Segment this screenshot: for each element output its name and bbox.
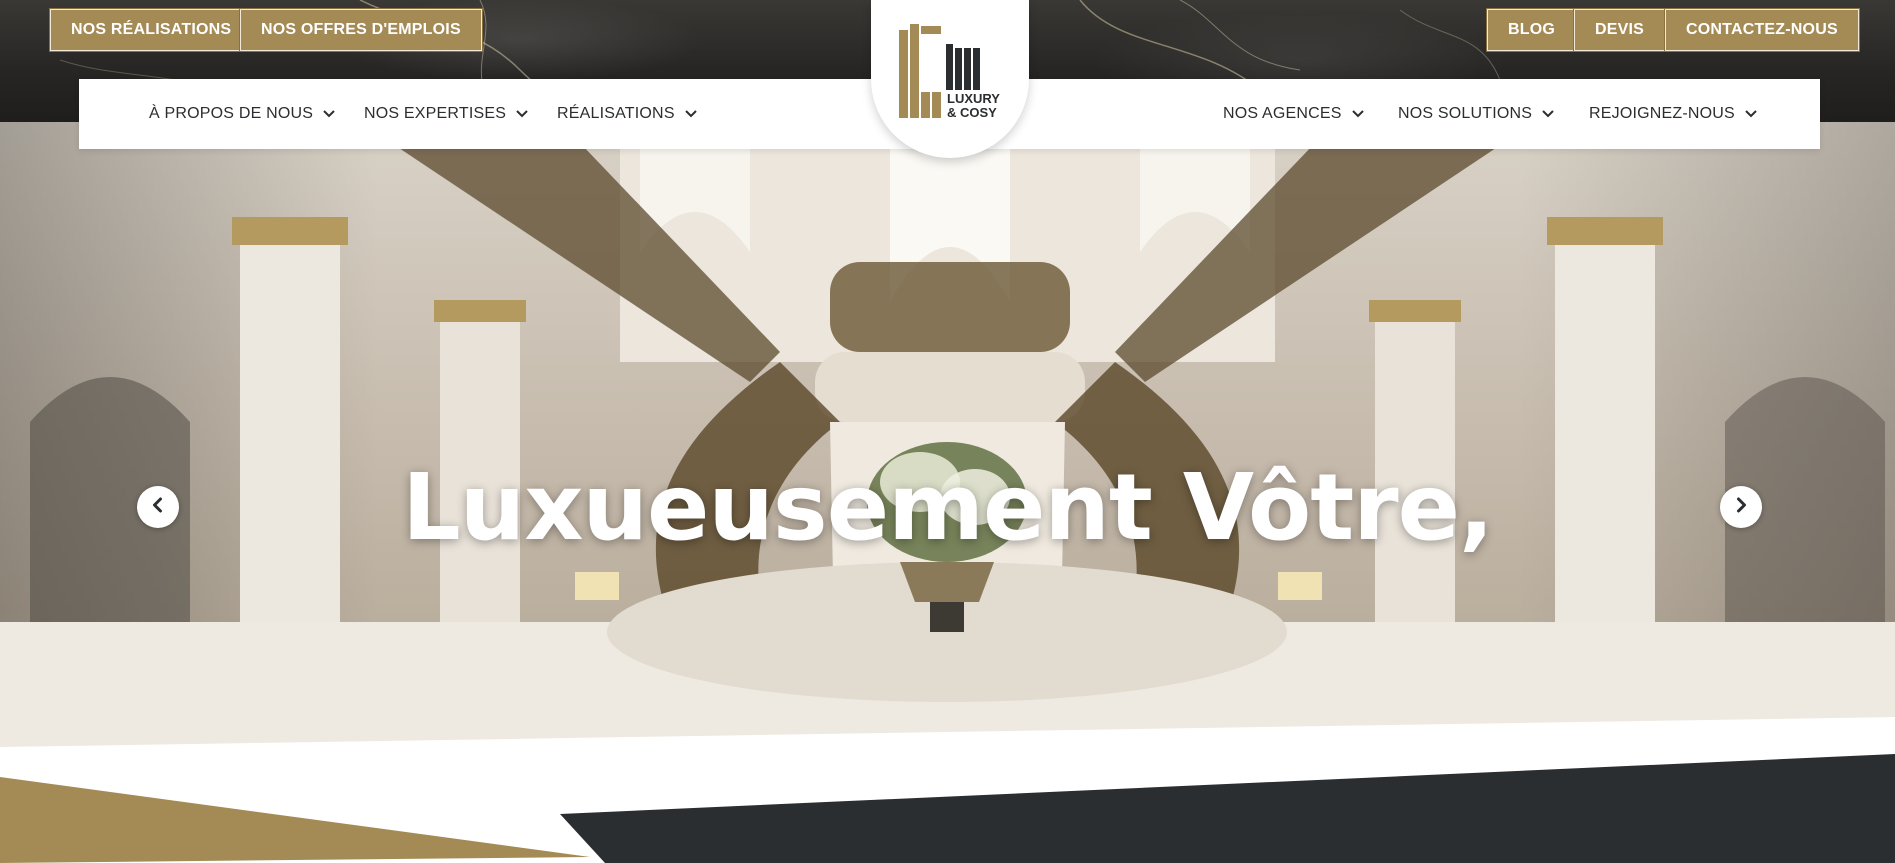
chevron-down-icon <box>684 105 697 123</box>
nav-item-label: RÉALISATIONS <box>557 105 675 122</box>
contactez-nous-button[interactable]: CONTACTEZ-NOUS <box>1664 8 1860 52</box>
nav-item-label: NOS EXPERTISES <box>364 105 507 122</box>
devis-button[interactable]: DEVIS <box>1572 8 1667 52</box>
nos-realisations-button[interactable]: NOS RÉALISATIONS <box>48 8 254 52</box>
site-logo[interactable]: LUXURY & COSY <box>871 0 1029 158</box>
nav-item-label: À PROPOS DE NOUS <box>149 105 314 122</box>
blog-button[interactable]: BLOG <box>1485 8 1578 52</box>
logo-text: LUXURY & COSY <box>947 92 1000 120</box>
chevron-down-icon <box>1351 105 1364 123</box>
logo-line-1: LUXURY <box>947 91 1000 106</box>
logo-line-2: & COSY <box>947 105 997 120</box>
nav-item-label: NOS AGENCES <box>1223 105 1342 122</box>
nav-item-nos-agences[interactable]: NOS AGENCES <box>1223 79 1364 149</box>
chevron-down-icon <box>323 105 335 123</box>
nav-item-a-propos[interactable]: À PROPOS DE NOUS <box>149 79 335 149</box>
chevron-down-icon <box>516 105 528 123</box>
nos-offres-emplois-button[interactable]: NOS OFFRES D'EMPLOIS <box>239 8 483 52</box>
nav-item-rejoignez-nous[interactable]: REJOIGNEZ-NOUS <box>1589 79 1757 149</box>
nav-item-nos-solutions[interactable]: NOS SOLUTIONS <box>1398 79 1554 149</box>
logo-mark-icon <box>899 24 980 118</box>
bottom-wave-divider <box>0 717 1895 863</box>
chevron-down-icon <box>1542 105 1554 123</box>
nav-item-label: REJOIGNEZ-NOUS <box>1589 105 1735 122</box>
hero-section: Luxueusement Vôtre, <box>0 122 1895 863</box>
nav-item-nos-expertises[interactable]: NOS EXPERTISES <box>364 79 528 149</box>
chevron-down-icon <box>1745 105 1757 123</box>
nav-item-label: NOS SOLUTIONS <box>1398 105 1533 122</box>
nav-item-realisations[interactable]: RÉALISATIONS <box>557 79 697 149</box>
